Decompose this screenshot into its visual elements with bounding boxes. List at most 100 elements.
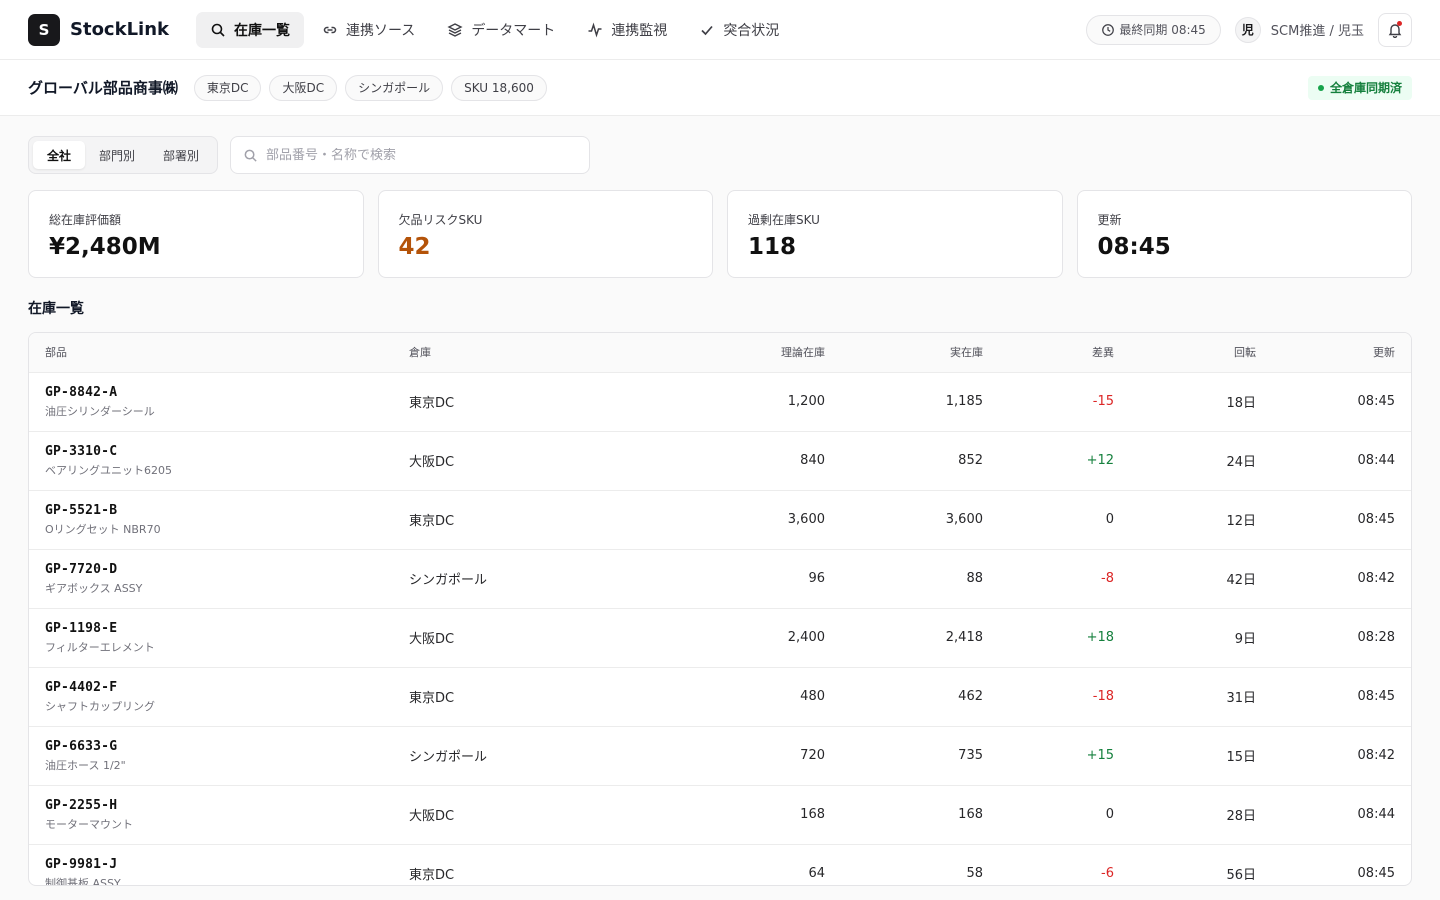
main-content: 全社 部門別 部署別 総在庫評価額 ¥2,480M 欠品リスクSKU 42 過剰… [0, 116, 1440, 886]
filter-controls: 全社 部門別 部署別 [28, 136, 1412, 174]
clock-icon [1102, 23, 1115, 36]
company-name: グローバル部品商事㈱ [28, 79, 178, 97]
nav-item-label: 連携ソース [346, 22, 416, 39]
cell-theoretical: 96 [623, 549, 841, 609]
search-box [230, 136, 591, 174]
table-row[interactable]: GP-5521-B Oリングセット NBR70 東京DC 3,600 3,600 0 12日… [29, 490, 1411, 550]
table-row[interactable]: GP-3310-C ベアリングユニット6205 大阪DC 840 852 +12 24日 08… [29, 431, 1411, 491]
table-row[interactable]: GP-2255-H モーターマウント 大阪DC 168 168 0 28日 08:44 [29, 785, 1411, 845]
part-code[interactable]: GP-1198-E [45, 621, 377, 636]
avatar: 児 [1234, 16, 1261, 43]
cell-part: GP-9981-J 制御基板 ASSY [29, 844, 393, 886]
part-code[interactable]: GP-9981-J [45, 857, 377, 872]
cell-theoretical: 3,600 [623, 490, 841, 550]
nav-item-monitor[interactable]: 連携監視 [573, 12, 681, 48]
cell-diff: -8 [999, 549, 1130, 609]
column-header-updated[interactable]: 更新 [1272, 333, 1411, 373]
table-body: GP-8842-A 油圧シリンダーシール 東京DC 1,200 1,185 -15 18日 0… [29, 372, 1411, 886]
cell-updated: 08:45 [1272, 667, 1411, 727]
nav-item-inventory[interactable]: 在庫一覧 [196, 11, 304, 48]
kpi-value: 08:45 [1097, 234, 1171, 260]
cell-part: GP-5521-B Oリングセット NBR70 [29, 490, 393, 550]
table-row[interactable]: GP-9981-J 制御基板 ASSY 東京DC 64 58 -6 56日 08:45 [29, 844, 1411, 886]
part-code[interactable]: GP-5521-B [45, 503, 377, 518]
cell-warehouse: 東京DC [393, 667, 623, 727]
cell-warehouse: シンガポール [393, 726, 623, 786]
part-name: 制御基板 ASSY [45, 876, 121, 886]
link-icon [323, 26, 337, 33]
cell-diff: -18 [999, 667, 1130, 727]
cell-warehouse: 大阪DC [393, 608, 623, 668]
cell-updated: 08:45 [1272, 372, 1411, 432]
warehouse-chip-singapore[interactable]: シンガポール [345, 74, 444, 101]
warehouse-chip-tokyo[interactable]: 東京DC [193, 74, 262, 101]
nav-item-datamart[interactable]: データマート [433, 12, 569, 48]
table-row[interactable]: GP-7720-D ギアボックス ASSY シンガポール 96 88 -8 42日 08:42 [29, 549, 1411, 609]
scope-tab-department[interactable]: 部署別 [149, 141, 213, 169]
cell-warehouse: 東京DC [393, 490, 623, 550]
top-navbar: S StockLink 在庫一覧 連携ソース データマート 連携監視 突合状況 … [0, 0, 1440, 60]
cell-theoretical: 840 [623, 431, 841, 491]
table-row[interactable]: GP-8842-A 油圧シリンダーシール 東京DC 1,200 1,185 -15 18日 0… [29, 372, 1411, 432]
column-header-part[interactable]: 部品 [29, 333, 393, 373]
search-input[interactable] [266, 147, 578, 163]
part-name: 油圧ホース 1/2" [45, 758, 126, 772]
table-row[interactable]: GP-6633-G 油圧ホース 1/2" シンガポール 720 735 +15 15日 08:… [29, 726, 1411, 786]
part-code[interactable]: GP-8842-A [45, 385, 377, 400]
column-header-diff[interactable]: 差異 [999, 333, 1130, 373]
cell-part: GP-7720-D ギアボックス ASSY [29, 549, 393, 609]
table-header-row: 部品 倉庫 理論在庫 実在庫 差異 回転 更新 [29, 333, 1411, 373]
kpi-label: 過剰在庫SKU [748, 213, 820, 227]
cell-theoretical: 168 [623, 785, 841, 845]
last-sync-text: 最終同期 08:45 [1119, 23, 1206, 37]
cell-turnover: 56日 [1130, 844, 1272, 885]
part-name: フィルターエレメント [45, 640, 155, 654]
part-code[interactable]: GP-4402-F [45, 680, 377, 695]
nav-item-sources[interactable]: 連携ソース [308, 12, 429, 48]
status-dot-icon [1317, 84, 1324, 91]
cell-turnover: 12日 [1130, 490, 1272, 550]
cell-part: GP-4402-F シャフトカップリング [29, 667, 393, 727]
app-name[interactable]: StockLink [70, 19, 169, 40]
column-header-warehouse[interactable]: 倉庫 [393, 333, 623, 373]
kpi-cards: 総在庫評価額 ¥2,480M 欠品リスクSKU 42 過剰在庫SKU 118 更… [28, 190, 1412, 278]
section-title: 在庫一覧 [28, 301, 84, 317]
warehouse-chip-osaka[interactable]: 大阪DC [269, 74, 338, 101]
cell-diff: 0 [999, 785, 1130, 845]
kpi-card-updated: 更新 08:45 [1076, 190, 1412, 278]
part-code[interactable]: GP-3310-C [45, 444, 377, 459]
table-row[interactable]: GP-1198-E フィルターエレメント 大阪DC 2,400 2,418 +18 9日 08… [29, 608, 1411, 668]
user-menu[interactable]: 児 SCM推進 / 児玉 [1234, 16, 1364, 43]
notification-dot [1397, 20, 1402, 26]
cell-actual: 168 [841, 785, 999, 845]
column-header-turnover[interactable]: 回転 [1130, 333, 1272, 373]
cell-part: GP-1198-E フィルターエレメント [29, 608, 393, 668]
column-header-theoretical[interactable]: 理論在庫 [623, 333, 841, 373]
cell-actual: 462 [841, 667, 999, 727]
cell-diff: -15 [999, 372, 1130, 432]
cell-warehouse: シンガポール [393, 549, 623, 609]
part-code[interactable]: GP-6633-G [45, 739, 377, 754]
scope-tab-division[interactable]: 部門別 [85, 141, 149, 169]
nav-item-reconcile[interactable]: 突合状況 [685, 12, 793, 48]
app-logo-icon[interactable]: S [28, 13, 60, 46]
cell-turnover: 18日 [1130, 372, 1272, 432]
main-nav: 在庫一覧 連携ソース データマート 連携監視 突合状況 [196, 11, 793, 48]
part-code[interactable]: GP-2255-H [45, 798, 377, 813]
cell-part: GP-3310-C ベアリングユニット6205 [29, 431, 393, 491]
column-header-actual[interactable]: 実在庫 [841, 333, 999, 373]
scope-tab-company[interactable]: 全社 [33, 141, 86, 169]
cell-updated: 08:28 [1272, 608, 1411, 668]
cell-actual: 2,418 [841, 608, 999, 668]
kpi-value: ¥2,480M [49, 234, 161, 260]
cell-updated: 08:45 [1272, 490, 1411, 550]
part-code[interactable]: GP-7720-D [45, 562, 377, 577]
cell-actual: 852 [841, 431, 999, 491]
cell-actual: 58 [841, 844, 999, 885]
table-row[interactable]: GP-4402-F シャフトカップリング 東京DC 480 462 -18 31日 08:45 [29, 667, 1411, 727]
kpi-label: 総在庫評価額 [49, 213, 122, 227]
part-name: Oリングセット NBR70 [45, 522, 161, 536]
notifications-button[interactable] [1378, 12, 1412, 47]
part-name: モーターマウント [45, 817, 133, 831]
kpi-card-stockout-risk: 欠品リスクSKU 42 [377, 190, 713, 278]
